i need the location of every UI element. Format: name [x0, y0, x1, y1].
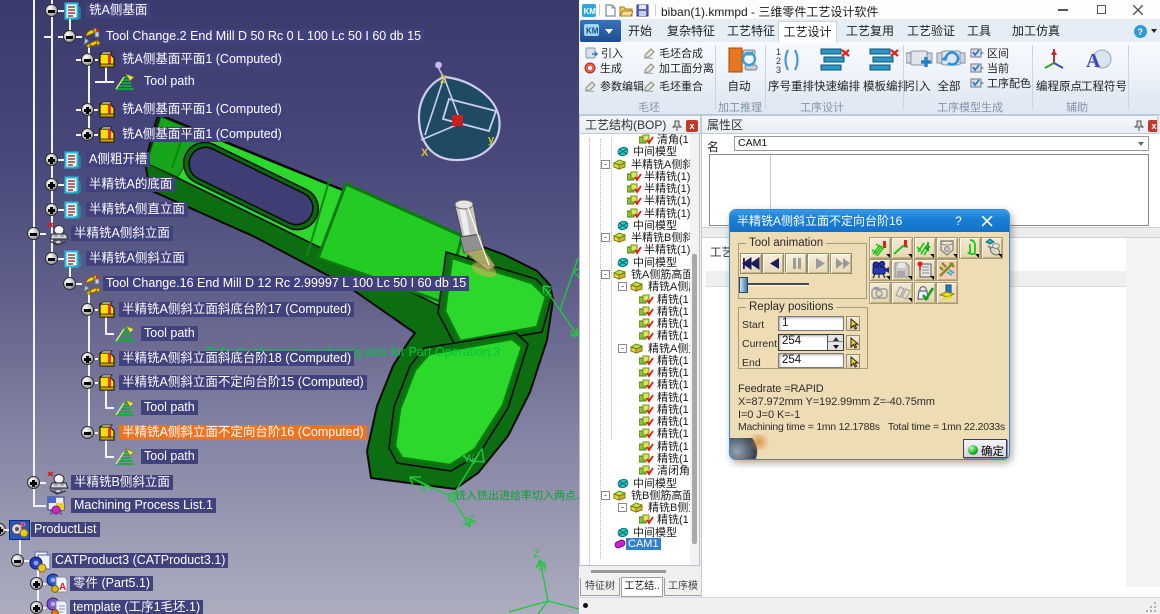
- svg-text:KM: KM: [584, 7, 597, 16]
- svg-text:X: X: [420, 483, 428, 495]
- svg-text:Z: Z: [440, 74, 447, 86]
- svg-text:?: ?: [1138, 27, 1144, 37]
- svg-text:P: P: [20, 521, 26, 531]
- svg-text:W: W: [464, 453, 475, 465]
- svg-text:X: X: [545, 287, 553, 299]
- svg-text:Z: Z: [533, 548, 540, 560]
- svg-text:y: y: [488, 134, 495, 146]
- svg-text:铣: 铣: [537, 560, 547, 573]
- svg-text:KM: KM: [586, 27, 599, 36]
- svg-text:3: 3: [776, 65, 781, 74]
- svg-text:A: A: [1086, 50, 1101, 72]
- svg-text:Z: Z: [468, 514, 475, 526]
- svg-text:X: X: [421, 147, 429, 159]
- svg-text:A: A: [59, 582, 66, 593]
- svg-text:Y: Y: [570, 329, 578, 341]
- svg-text:铣入铣出进给率切入两点、铣削: 铣入铣出进给率切入两点、铣削: [455, 488, 580, 502]
